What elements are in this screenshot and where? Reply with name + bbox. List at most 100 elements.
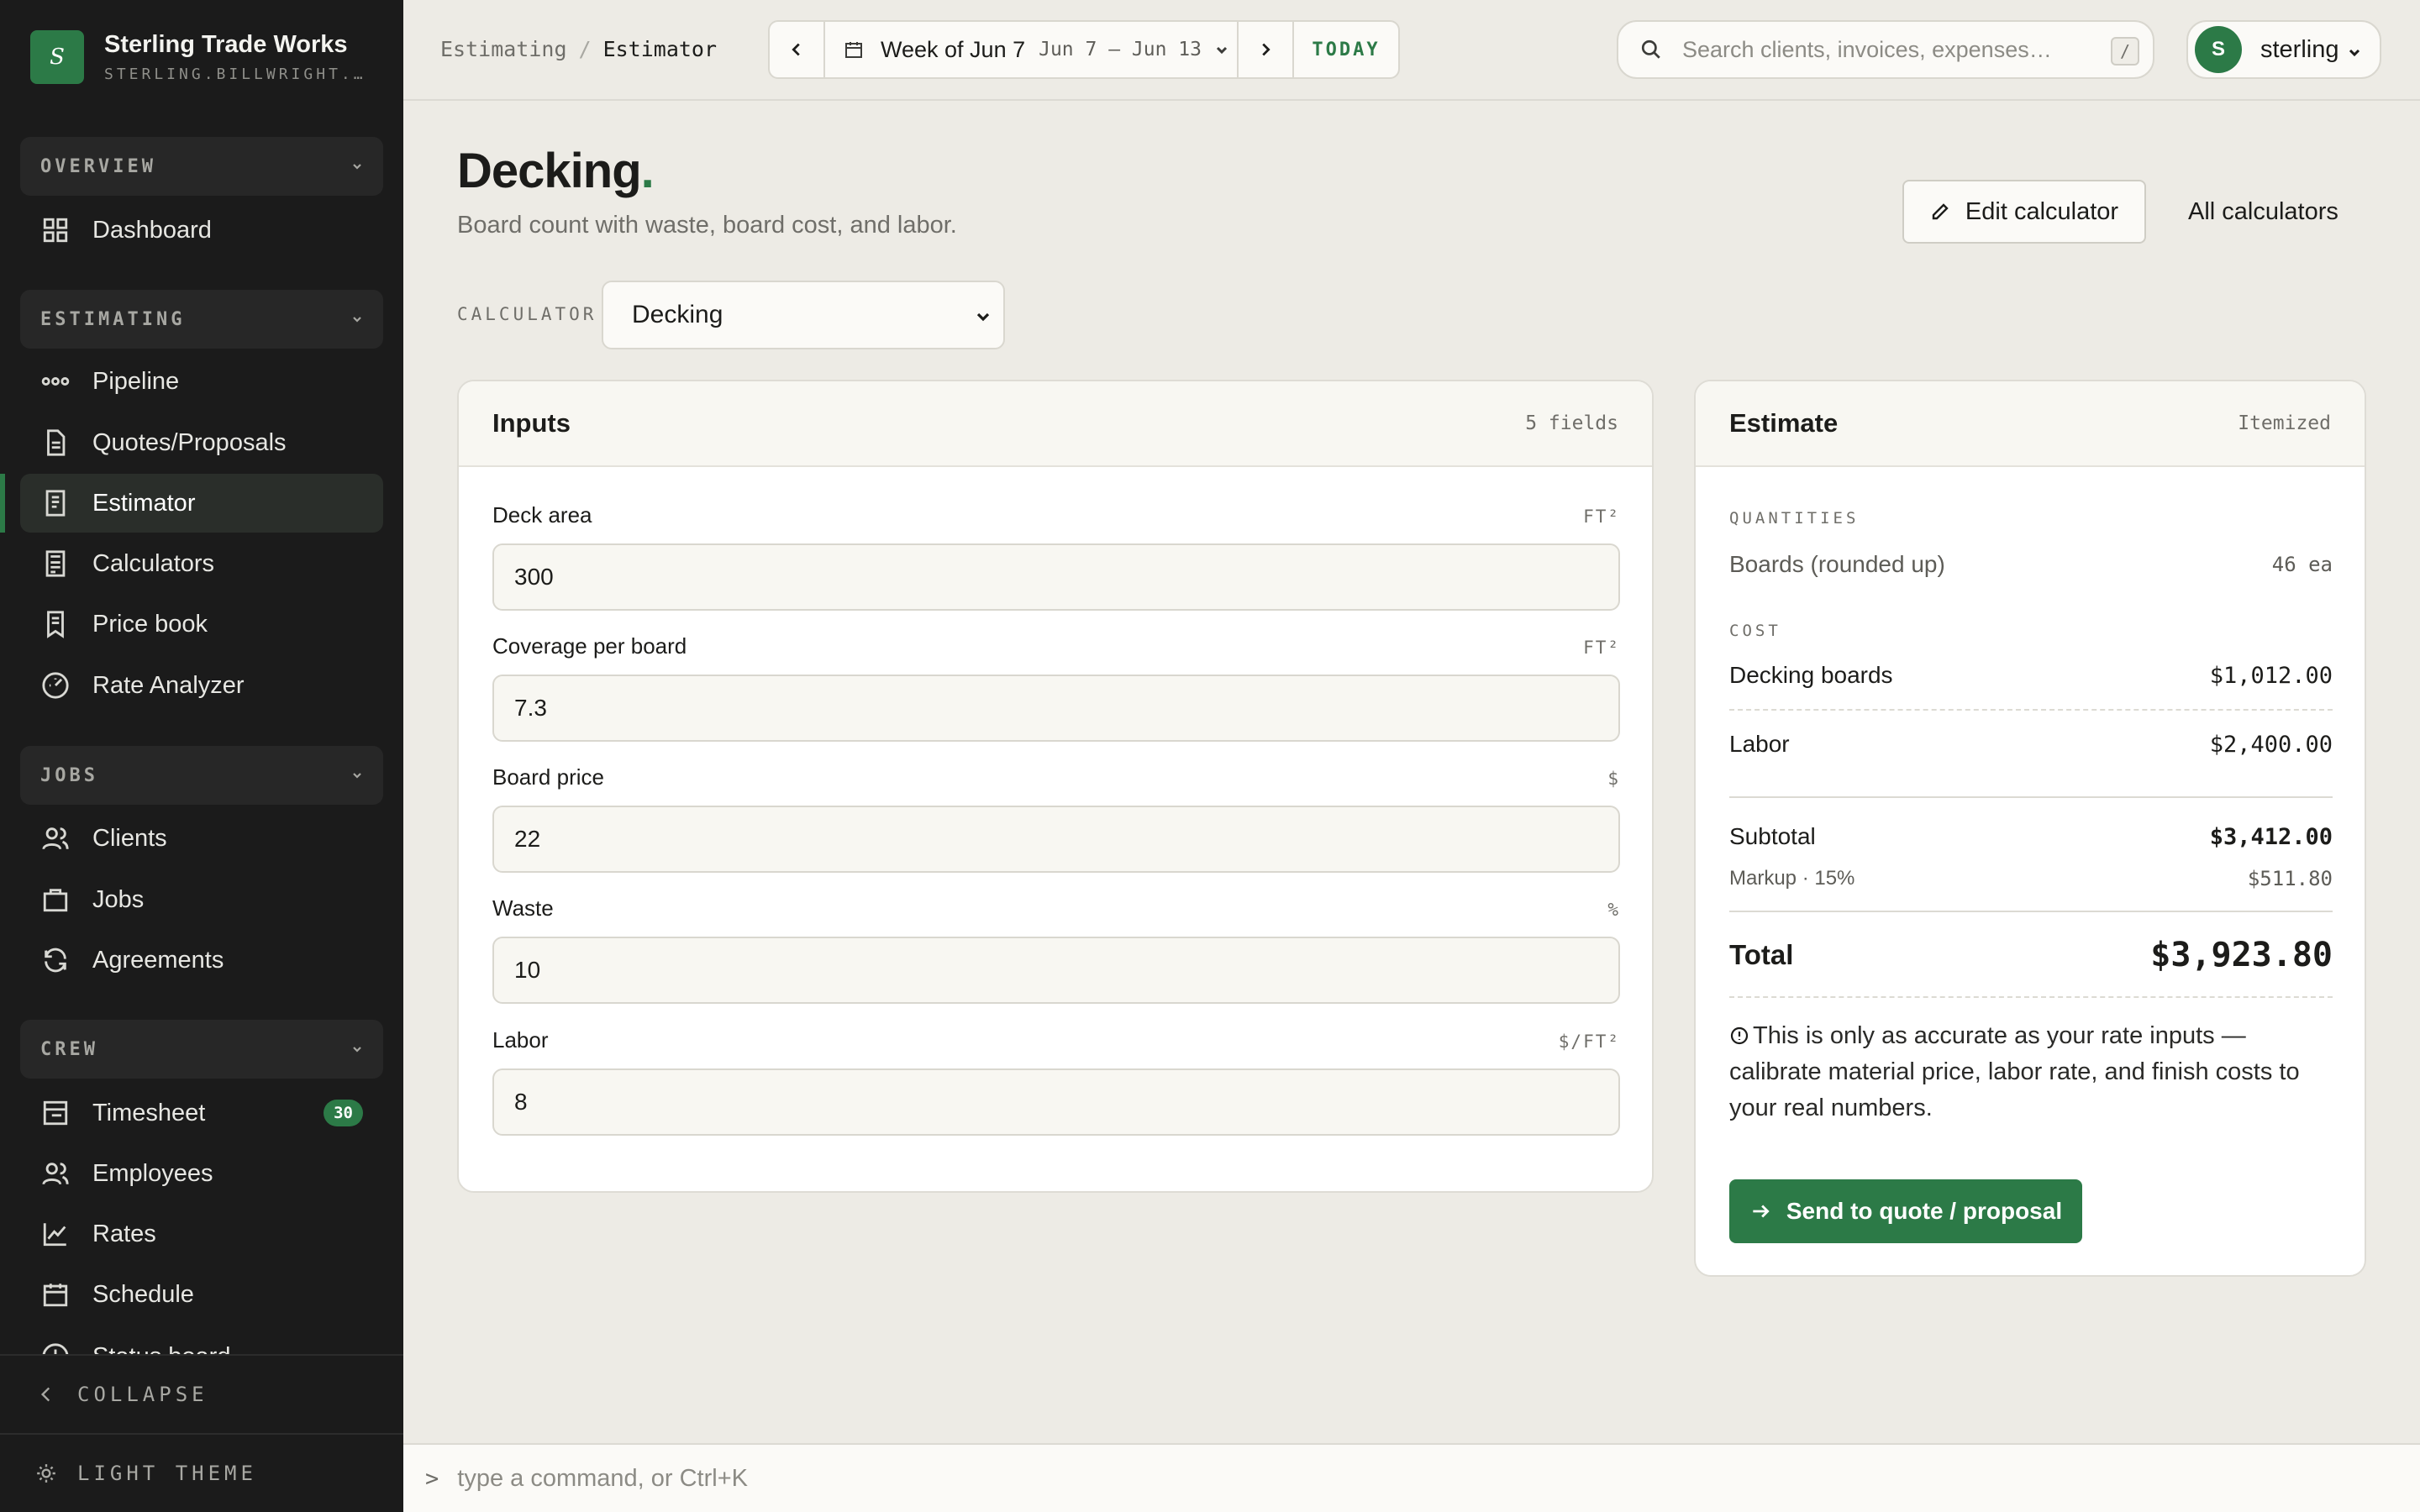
section-jobs[interactable]: JOBS (20, 746, 383, 805)
field-label: Waste (492, 895, 554, 921)
avatar: S (2195, 26, 2242, 73)
pencil-icon (1932, 203, 1949, 220)
sidebar-item-rates[interactable]: Rates (20, 1205, 383, 1263)
user-name: sterling (2260, 35, 2339, 63)
chevron-down-icon (1216, 46, 1228, 55)
search-icon (1641, 39, 1660, 59)
deck-area-input[interactable]: 300 (492, 543, 1620, 611)
search-input[interactable]: Search clients, invoices, expenses… / (1617, 20, 2154, 79)
cost-caption: COST (1729, 622, 1781, 640)
sidebar-item-label: Agreements (92, 946, 224, 974)
info-icon (1730, 1026, 1749, 1045)
gauge-icon (40, 670, 71, 701)
brand[interactable]: S Sterling Trade Works STERLING.BILLWRIG… (30, 30, 373, 84)
section-overview-label: OVERVIEW (40, 155, 156, 177)
week-range-picker[interactable]: Week of Jun 7 Jun 7 – Jun 13 (825, 22, 1237, 77)
calculator-select-label: CALCULATOR (457, 304, 597, 324)
sidebar-item-label: Jobs (92, 885, 145, 913)
calendar-icon (845, 42, 862, 58)
sidebar-item-clients[interactable]: Clients (20, 809, 383, 868)
sidebar-item-employees[interactable]: Employees (20, 1144, 383, 1203)
sidebar-item-rate-analyzer[interactable]: Rate Analyzer (20, 656, 383, 715)
all-calculators-link[interactable]: All calculators (2188, 198, 2338, 226)
waste-input[interactable]: 10 (492, 937, 1620, 1004)
calculator-icon (40, 549, 71, 579)
chevron-left-icon (792, 43, 800, 56)
field-unit: $/FT² (1558, 1032, 1620, 1052)
breadcrumb-item-estimator: Estimator (602, 37, 718, 61)
sidebar-item-label: Quotes/Proposals (92, 428, 287, 456)
pipeline-icon (40, 366, 71, 396)
sidebar-item-schedule[interactable]: Schedule (20, 1265, 383, 1324)
breadcrumb-item-estimating[interactable]: Estimating (440, 37, 567, 61)
search-shortcut-hint: / (2111, 37, 2139, 66)
sidebar-item-label: Calculators (92, 549, 215, 577)
chart-line-icon (40, 1219, 71, 1249)
sidebar-item-calculators[interactable]: Calculators (20, 534, 383, 593)
edit-calculator-button[interactable]: Edit calculator (1902, 180, 2146, 244)
sidebar-item-label: Rates (92, 1220, 156, 1247)
sidebar-item-agreements[interactable]: Agreements (20, 931, 383, 990)
subtotal-row: Subtotal $3,412.00 (1729, 823, 2333, 850)
subtotal-label: Subtotal (1729, 823, 1816, 849)
sidebar-item-timesheet[interactable]: Timesheet 30 (20, 1084, 383, 1142)
week-label: Week of Jun 7 (881, 36, 1026, 62)
week-dates: Jun 7 – Jun 13 (1039, 39, 1202, 60)
users-icon (40, 823, 71, 853)
inputs-panel: Inputs 5 fields Deck area FT² 300 Coverag… (457, 380, 1654, 1193)
subtotal-value: $3,412.00 (2209, 823, 2333, 850)
user-menu[interactable]: S sterling (2186, 20, 2381, 79)
labor-cost-value: $2,400.00 (2209, 731, 2333, 758)
labor-input[interactable]: 8 (492, 1068, 1620, 1136)
theme-toggle[interactable]: LIGHT THEME (0, 1433, 403, 1512)
sun-icon (37, 1464, 55, 1483)
sidebar-item-pipeline[interactable]: Pipeline (20, 352, 383, 411)
sidebar-item-label: Dashboard (92, 216, 212, 244)
sidebar-item-estimator[interactable]: Estimator (20, 474, 383, 533)
board-price-input[interactable]: 22 (492, 806, 1620, 873)
receipt-icon (40, 488, 71, 518)
sidebar-item-quotes[interactable]: Quotes/Proposals (20, 413, 383, 472)
coverage-per-board-input[interactable]: 7.3 (492, 675, 1620, 742)
sidebar-item-label: Schedule (92, 1280, 194, 1308)
command-bar[interactable]: > type a command, or Ctrl+K (403, 1443, 2420, 1512)
estimate-mode: Itemized (2238, 412, 2331, 434)
calendar-icon (40, 1279, 71, 1310)
prev-week-button[interactable] (770, 22, 823, 77)
timesheet-count-badge: 30 (324, 1100, 363, 1126)
labor-cost-label: Labor (1729, 731, 1790, 757)
calculator-select-value: Decking (632, 301, 723, 328)
calculator-select[interactable]: Decking (602, 281, 1005, 349)
field-label: Labor (492, 1027, 549, 1053)
collapse-label: COLLAPSE (77, 1383, 208, 1406)
next-week-button[interactable] (1239, 22, 1292, 77)
sidebar-item-jobs[interactable]: Jobs (20, 870, 383, 929)
sidebar-item-dashboard[interactable]: Dashboard (20, 201, 383, 260)
field-unit: % (1607, 900, 1620, 920)
section-estimating-label: ESTIMATING (40, 308, 186, 330)
chevron-right-icon (1262, 43, 1270, 56)
field-unit: FT² (1583, 507, 1620, 527)
theme-label: LIGHT THEME (77, 1462, 257, 1485)
send-to-quote-button[interactable]: Send to quote / proposal (1729, 1179, 2082, 1243)
brand-domain: STERLING.BILLWRIGHT.APP (104, 66, 373, 83)
section-crew[interactable]: CREW (20, 1020, 383, 1079)
arrow-right-icon (1753, 1205, 1770, 1218)
quantities-caption: QUANTITIES (1729, 509, 1860, 528)
sidebar-item-label: Rate Analyzer (92, 671, 245, 699)
collapse-button[interactable]: COLLAPSE (0, 1354, 403, 1433)
briefcase-icon (40, 885, 71, 915)
today-button[interactable]: TODAY (1294, 22, 1398, 77)
sidebar-item-label: Pipeline (92, 367, 180, 395)
breadcrumb: Estimating / Estimator (440, 37, 718, 61)
estimate-title: Estimate (1729, 408, 1839, 438)
field-board-price: Board price $ 22 (492, 764, 1620, 873)
topbar: Estimating / Estimator Week of Jun 7 Jun 7… (403, 0, 2420, 101)
boards-label: Boards (rounded up) (1729, 551, 1945, 577)
chevron-left-icon (40, 1387, 50, 1402)
section-overview[interactable]: OVERVIEW (20, 137, 383, 196)
section-estimating[interactable]: ESTIMATING (20, 290, 383, 349)
book-icon (40, 609, 71, 639)
sidebar-item-price-book[interactable]: Price book (20, 595, 383, 654)
command-input[interactable]: type a command, or Ctrl+K (457, 1465, 748, 1493)
